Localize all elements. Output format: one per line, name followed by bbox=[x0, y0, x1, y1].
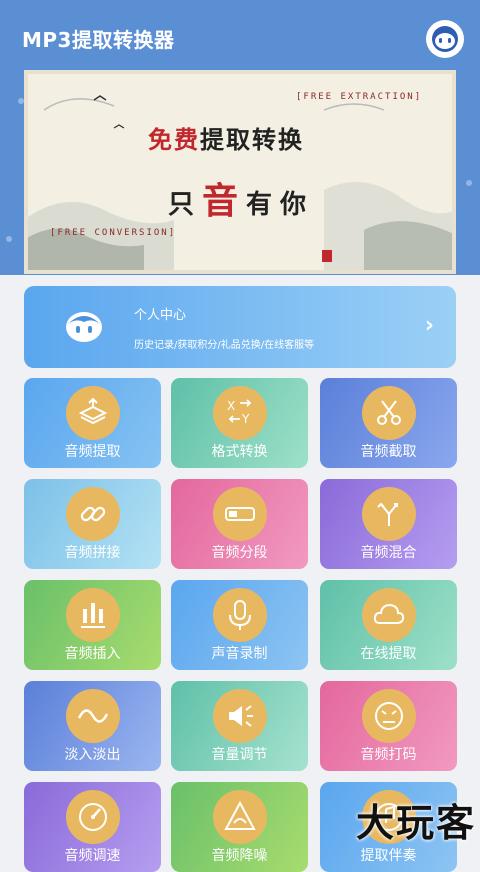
banner-sub-post: 有你 bbox=[246, 190, 315, 220]
microphone-icon bbox=[228, 600, 251, 630]
tile-label: 音频调速 bbox=[64, 848, 121, 864]
scissors-icon bbox=[376, 400, 401, 425]
tile-icon-circle bbox=[212, 588, 267, 642]
feature-tile-volume[interactable]: 音量调节 bbox=[171, 681, 308, 771]
insert-icon bbox=[80, 603, 105, 628]
feature-tile-segment[interactable]: 音频分段 bbox=[171, 479, 308, 569]
feature-tile-extract[interactable]: 音频提取 bbox=[24, 378, 161, 468]
tile-label: 音频插入 bbox=[64, 646, 121, 662]
tile-label: 淡入淡出 bbox=[64, 747, 121, 763]
chevron-right-icon: › bbox=[424, 313, 434, 338]
red-seal-stamp bbox=[322, 250, 332, 262]
feature-tile-link[interactable]: 音频拼接 bbox=[24, 479, 161, 569]
tile-label: 声音录制 bbox=[211, 646, 268, 662]
feature-tile-format-convert[interactable]: X Y 格式转换 bbox=[171, 378, 308, 468]
tile-icon-circle bbox=[361, 588, 416, 642]
mask-icon bbox=[374, 702, 403, 730]
tile-icon-circle bbox=[212, 487, 267, 541]
feature-tile-mask[interactable]: 音频打码 bbox=[320, 681, 457, 771]
tile-icon-circle bbox=[65, 386, 120, 440]
tile-label: 提取伴奏 bbox=[360, 848, 417, 864]
svg-text:X: X bbox=[227, 399, 235, 413]
profile-center-card[interactable]: 个人中心 历史记录/获取积分/礼品兑换/在线客服等 › bbox=[24, 286, 456, 368]
banner-headline: 免费提取转换 bbox=[148, 120, 304, 155]
feature-tile-wave[interactable]: 淡入淡出 bbox=[24, 681, 161, 771]
tile-icon-circle bbox=[361, 487, 416, 541]
tile-label: 音频降噪 bbox=[211, 848, 268, 864]
tile-label: 在线提取 bbox=[360, 646, 417, 662]
speed-icon bbox=[78, 803, 107, 831]
tile-icon-circle bbox=[65, 790, 120, 844]
tile-label: 音频混合 bbox=[360, 545, 417, 561]
tile-label: 音频打码 bbox=[360, 747, 417, 763]
banner-subheadline: 只音有你 bbox=[168, 172, 314, 224]
segment-icon bbox=[224, 507, 255, 521]
tile-label: 音频截取 bbox=[360, 444, 417, 460]
wave-icon bbox=[77, 709, 108, 723]
user-avatar-button[interactable] bbox=[426, 20, 464, 58]
watermark-logo: 大玩客 bbox=[355, 801, 476, 845]
banner-headline-red: 免费 bbox=[148, 126, 200, 154]
tile-icon-circle bbox=[65, 689, 120, 743]
robot-face-icon bbox=[66, 312, 102, 342]
feature-tile-noise-reduce[interactable]: 音频降噪 bbox=[171, 782, 308, 872]
feature-tile-insert[interactable]: 音频插入 bbox=[24, 580, 161, 670]
tile-icon-circle bbox=[361, 386, 416, 440]
banner-sub-pre: 只 bbox=[168, 190, 203, 220]
tile-icon-circle bbox=[65, 487, 120, 541]
extract-icon bbox=[78, 397, 107, 425]
tile-label: 音频拼接 bbox=[64, 545, 121, 561]
profile-subtitle: 历史记录/获取积分/礼品兑换/在线客服等 bbox=[134, 340, 315, 351]
merge-icon bbox=[376, 502, 398, 526]
format-convert-icon: XY bbox=[227, 399, 251, 426]
profile-title: 个人中心 bbox=[134, 308, 187, 323]
app-title: MP3提取转换器 bbox=[22, 28, 175, 52]
noise-reduce-icon bbox=[223, 800, 256, 830]
banner-tag-bottom: [FREE CONVERSION] bbox=[50, 228, 177, 238]
feature-tile-microphone[interactable]: 声音录制 bbox=[171, 580, 308, 670]
tile-icon-circle bbox=[212, 689, 267, 743]
feature-tile-merge[interactable]: 音频混合 bbox=[320, 479, 457, 569]
cloud-icon bbox=[373, 603, 404, 624]
svg-text:Y: Y bbox=[241, 412, 250, 426]
banner-sub-big: 音 bbox=[202, 181, 247, 222]
tile-icon-circle bbox=[361, 689, 416, 743]
tile-label: 音频提取 bbox=[64, 444, 121, 460]
tile-icon-circle bbox=[212, 790, 267, 844]
tile-icon-circle: XY bbox=[212, 386, 267, 440]
banner-tag-top: [FREE EXTRACTION] bbox=[296, 92, 423, 102]
feature-tile-speed[interactable]: 音频调速 bbox=[24, 782, 161, 872]
feature-tile-scissors[interactable]: 音频截取 bbox=[320, 378, 457, 468]
tile-icon-circle bbox=[65, 588, 120, 642]
tile-label: 音量调节 bbox=[211, 747, 268, 763]
tile-label: 格式转换 bbox=[211, 444, 268, 460]
feature-tile-cloud[interactable]: 在线提取 bbox=[320, 580, 457, 670]
volume-icon bbox=[228, 705, 253, 727]
link-icon bbox=[80, 506, 105, 522]
tile-label: 音频分段 bbox=[211, 545, 268, 561]
promo-banner[interactable]: [FREE EXTRACTION] 免费提取转换 只音有你 [FREE CONV… bbox=[24, 70, 456, 274]
robot-face-icon bbox=[432, 26, 458, 52]
banner-headline-rest: 提取转换 bbox=[200, 126, 304, 154]
